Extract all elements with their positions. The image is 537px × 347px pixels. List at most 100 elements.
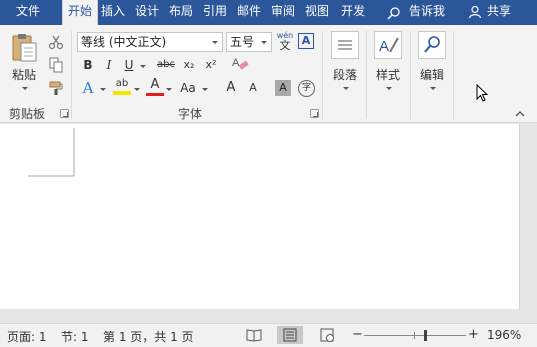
paragraph-button[interactable]: 段落 <box>327 31 363 101</box>
book-icon <box>246 329 262 342</box>
eraser-icon: A <box>232 57 249 70</box>
highlight-button[interactable]: ab <box>112 77 132 99</box>
group-separator <box>453 31 454 119</box>
cut-button[interactable] <box>46 32 66 52</box>
italic-button[interactable]: I <box>99 55 119 75</box>
font-color-swatch <box>146 93 164 96</box>
change-case-button[interactable]: Aa <box>177 78 199 98</box>
font-color-glyph: A <box>150 77 160 92</box>
document-page[interactable] <box>0 124 519 309</box>
tell-me-label: 告诉我 <box>409 4 446 18</box>
highlight-glyph: ab <box>115 78 129 89</box>
copy-button[interactable] <box>46 55 66 75</box>
grow-font-button[interactable]: A <box>221 78 241 98</box>
phonetic-char: 文 <box>279 39 291 52</box>
change-case-dropdown-icon[interactable] <box>202 88 208 91</box>
font-color-dropdown-icon[interactable] <box>166 88 172 91</box>
print-layout-button[interactable] <box>277 326 303 344</box>
scissors-icon <box>48 35 64 50</box>
character-shading-button[interactable]: A <box>275 80 291 96</box>
paintbrush-icon <box>49 81 63 95</box>
page-count[interactable]: 第 1 页，共 1 页 <box>103 328 194 345</box>
styles-button[interactable]: A 样式 <box>370 31 406 101</box>
vertical-scrollbar[interactable] <box>519 124 537 309</box>
tab-home[interactable]: 开始 <box>62 0 98 25</box>
phonetic-guide-button[interactable]: wén 文 <box>275 31 295 53</box>
section-indicator[interactable]: 节: 1 <box>61 328 89 345</box>
font-size-select[interactable]: 五号 <box>226 32 272 52</box>
clear-formatting-button[interactable]: A <box>231 55 249 73</box>
zoom-out-button[interactable]: − <box>352 327 363 342</box>
shrink-font-button[interactable]: A <box>243 78 263 98</box>
zoom-level[interactable]: 196% <box>487 328 521 342</box>
tab-review[interactable]: 审阅 <box>269 0 297 25</box>
page-indicator[interactable]: 页面: 1 <box>7 328 47 345</box>
text-effects-dropdown-icon[interactable] <box>100 88 106 91</box>
tab-developer[interactable]: 开发 <box>337 0 369 25</box>
ribbon-tab-bar: 文件 开始 插入 设计 布局 引用 邮件 审阅 视图 开发 告诉我 共享 <box>0 0 537 25</box>
editing-icon <box>418 31 446 59</box>
tab-layout[interactable]: 布局 <box>167 0 195 25</box>
highlight-color-swatch <box>113 91 131 95</box>
subscript-button[interactable]: x₂ <box>179 55 199 75</box>
paste-button[interactable]: 粘贴 <box>6 31 42 95</box>
format-painter-button[interactable] <box>46 78 66 98</box>
paste-dropdown-icon <box>22 87 28 90</box>
chevron-down-icon <box>261 41 267 44</box>
group-separator <box>410 31 411 119</box>
share-label: 共享 <box>487 4 512 18</box>
strikethrough-button[interactable]: abc <box>155 55 177 75</box>
group-separator <box>71 31 72 119</box>
font-launcher-icon[interactable] <box>310 109 319 118</box>
superscript-button[interactable]: x² <box>201 55 221 75</box>
svg-text:A: A <box>232 57 240 69</box>
highlight-dropdown-icon[interactable] <box>134 88 140 91</box>
paragraph-label: 段落 <box>332 68 357 82</box>
group-separator <box>366 31 367 119</box>
print-layout-icon <box>283 328 297 342</box>
enclose-characters-button[interactable]: 字 <box>298 80 315 97</box>
zoom-slider-thumb[interactable] <box>424 330 427 341</box>
character-border-button[interactable]: A <box>298 33 314 49</box>
editing-dropdown-icon <box>430 87 436 90</box>
status-bar: 页面: 1 节: 1 第 1 页，共 1 页 − + 196% <box>0 323 537 347</box>
font-size-value: 五号 <box>230 35 255 49</box>
collapse-ribbon-icon[interactable] <box>515 109 525 119</box>
bold-button[interactable]: B <box>78 55 98 75</box>
editing-button[interactable]: 编辑 <box>414 31 450 101</box>
group-separator <box>322 31 323 119</box>
paste-icon <box>12 34 37 62</box>
paragraph-icon <box>331 31 359 59</box>
paste-label: 粘贴 <box>11 68 36 82</box>
tab-design[interactable]: 设计 <box>133 0 161 25</box>
read-mode-button[interactable] <box>241 326 267 344</box>
text-effects-button[interactable]: A <box>78 78 98 98</box>
svg-text:A: A <box>379 38 389 55</box>
font-color-button[interactable]: A <box>146 77 164 99</box>
lightbulb-search-icon <box>387 7 400 20</box>
tab-file[interactable]: 文件 <box>4 0 52 25</box>
zoom-in-button[interactable]: + <box>468 327 479 342</box>
tab-view[interactable]: 视图 <box>303 0 331 25</box>
font-group-label: 字体 <box>178 107 203 121</box>
font-name-select[interactable]: 等线 (中文正文) <box>77 32 223 52</box>
editing-label: 编辑 <box>419 68 444 82</box>
zoom-slider[interactable] <box>364 330 466 341</box>
zoom-slider-center-tick <box>414 332 415 339</box>
paragraph-dropdown-icon <box>343 87 349 90</box>
person-icon <box>468 5 482 19</box>
clipboard-launcher-icon[interactable] <box>60 109 69 118</box>
web-layout-button[interactable] <box>314 326 340 344</box>
mouse-cursor-icon <box>476 84 489 102</box>
margin-corner-mark <box>28 128 75 177</box>
tab-insert[interactable]: 插入 <box>99 0 127 25</box>
copy-icon <box>49 57 63 73</box>
font-name-value: 等线 (中文正文) <box>81 35 167 49</box>
underline-dropdown-icon[interactable] <box>140 65 146 68</box>
web-layout-icon <box>320 328 334 342</box>
styles-dropdown-icon <box>386 87 392 90</box>
tab-mailings[interactable]: 邮件 <box>235 0 263 25</box>
tab-references[interactable]: 引用 <box>201 0 229 25</box>
underline-button[interactable]: U <box>119 55 139 75</box>
styles-icon: A <box>374 31 402 59</box>
